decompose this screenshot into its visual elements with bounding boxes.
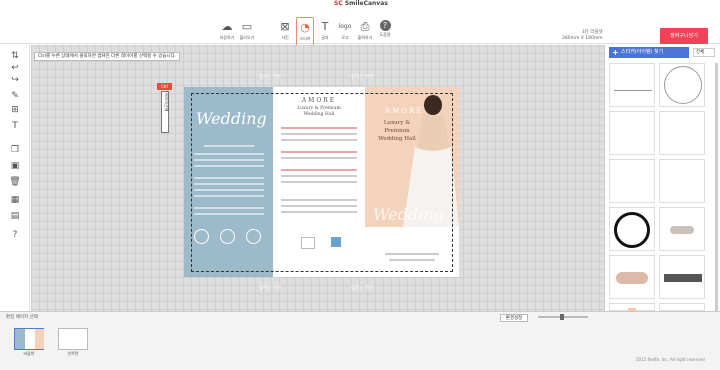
- sticker-search-tab[interactable]: + 스티커(아이템) 찾기: [609, 47, 689, 58]
- print-button[interactable]: ⎙ 출력하기: [356, 20, 374, 41]
- add-to-cart-button[interactable]: 장바구니담기: [660, 28, 708, 44]
- page-thumb-outside[interactable]: [14, 328, 44, 350]
- logo-icon: logo: [338, 23, 352, 30]
- photo-button[interactable]: ⊠ 사진: [276, 20, 294, 41]
- text-style-icon[interactable]: T: [8, 119, 22, 133]
- help-small-icon[interactable]: ?: [8, 228, 22, 242]
- zoom-knob[interactable]: [560, 314, 564, 320]
- sticker-item[interactable]: [659, 303, 705, 311]
- folder-icon: ▭: [241, 20, 253, 33]
- delete-icon[interactable]: 🗑: [8, 175, 22, 189]
- sticker-item[interactable]: [609, 63, 655, 107]
- logo-button[interactable]: logo 로고: [336, 20, 354, 41]
- sticker-panel: + 스티커(아이템) 찾기 전체: [605, 45, 720, 353]
- sticker-item[interactable]: [609, 111, 655, 155]
- fold-label: 접히는 부분: [259, 286, 282, 291]
- sticker-item[interactable]: [609, 303, 655, 312]
- title-bar: SC SmileCanvas: [0, 0, 720, 8]
- copy-icon[interactable]: ❐: [8, 143, 22, 157]
- page-select-panel: 편집 페이지 선택 환경설정 바깥면 안쪽면: [0, 311, 720, 370]
- text-icon: T: [321, 20, 329, 33]
- main-toolbar: ☁ 저장하기 ▭ 불러오기 ⊠ 사진 ◔ 스티커 T 글자 logo 로고 ⎙ …: [0, 8, 720, 47]
- sticker-button[interactable]: ◔ 스티커: [296, 17, 314, 47]
- grid-icon[interactable]: ▦: [8, 193, 22, 207]
- plus-icon: +: [612, 48, 619, 57]
- app-logo: SC SmileCanvas: [334, 0, 388, 7]
- ctrl-hint: Ctrl를 누른 상태에서 클릭하면 겹쳐진 다른 레이어를 선택할 수 있습니…: [34, 52, 181, 61]
- open-button[interactable]: ▭ 불러오기: [238, 20, 256, 41]
- sticker-item[interactable]: [659, 63, 705, 107]
- safe-area-guide: [191, 93, 453, 272]
- page-select-title: 편집 페이지 선택: [6, 315, 38, 320]
- layer-select-tag[interactable]: 레이어선택: [161, 91, 169, 133]
- page-label: 안쪽면: [67, 351, 79, 356]
- text-button[interactable]: T 글자: [316, 20, 334, 41]
- layer-icon[interactable]: ▣: [8, 159, 22, 173]
- crop-icon[interactable]: ⊞: [8, 103, 22, 117]
- fold-label: 접히는 부분: [351, 75, 374, 80]
- page-thumb-inside[interactable]: [58, 328, 88, 350]
- sort-select[interactable]: 전체: [693, 48, 715, 57]
- sticker-item[interactable]: [659, 207, 705, 251]
- sticker-icon: ◔: [300, 21, 310, 34]
- sticker-item[interactable]: [659, 111, 705, 155]
- sticker-item[interactable]: [659, 159, 705, 203]
- fold-label: 접히는 부분: [259, 75, 282, 80]
- ctrl-tag: Ctrl: [157, 83, 172, 90]
- sticker-item[interactable]: [609, 255, 655, 299]
- save-button[interactable]: ☁ 저장하기: [218, 20, 236, 41]
- page-label: 바깥면: [23, 351, 35, 356]
- left-toolbar: ⇅ ↩ ↪ ✎ ⊞ T ❐ ▣ 🗑 ▦ ▤ ?: [0, 45, 30, 311]
- help-icon: ?: [379, 20, 391, 31]
- zoom-slider[interactable]: [538, 314, 588, 320]
- print-icon: ⎙: [360, 20, 370, 33]
- sticker-item[interactable]: [609, 207, 655, 251]
- upload-icon: ☁: [221, 20, 233, 33]
- redo-icon[interactable]: ↪: [8, 73, 22, 87]
- fold-label: 접히는 부분: [351, 286, 374, 291]
- help-button[interactable]: ? 도움말: [376, 20, 394, 38]
- product-size-info: 3단 리플렛 280mm X 180mm: [562, 30, 603, 41]
- sticker-item[interactable]: [609, 159, 655, 203]
- panel-scrollbar[interactable]: [715, 63, 718, 353]
- settings-button[interactable]: 환경설정: [500, 314, 528, 322]
- ruler-icon[interactable]: ▤: [8, 209, 22, 223]
- magic-icon[interactable]: ✎: [8, 89, 22, 103]
- photo-icon: ⊠: [280, 20, 290, 33]
- sticker-item[interactable]: [659, 255, 705, 299]
- copyright: 2015 Redth, Inc. All right reserved: [636, 357, 705, 362]
